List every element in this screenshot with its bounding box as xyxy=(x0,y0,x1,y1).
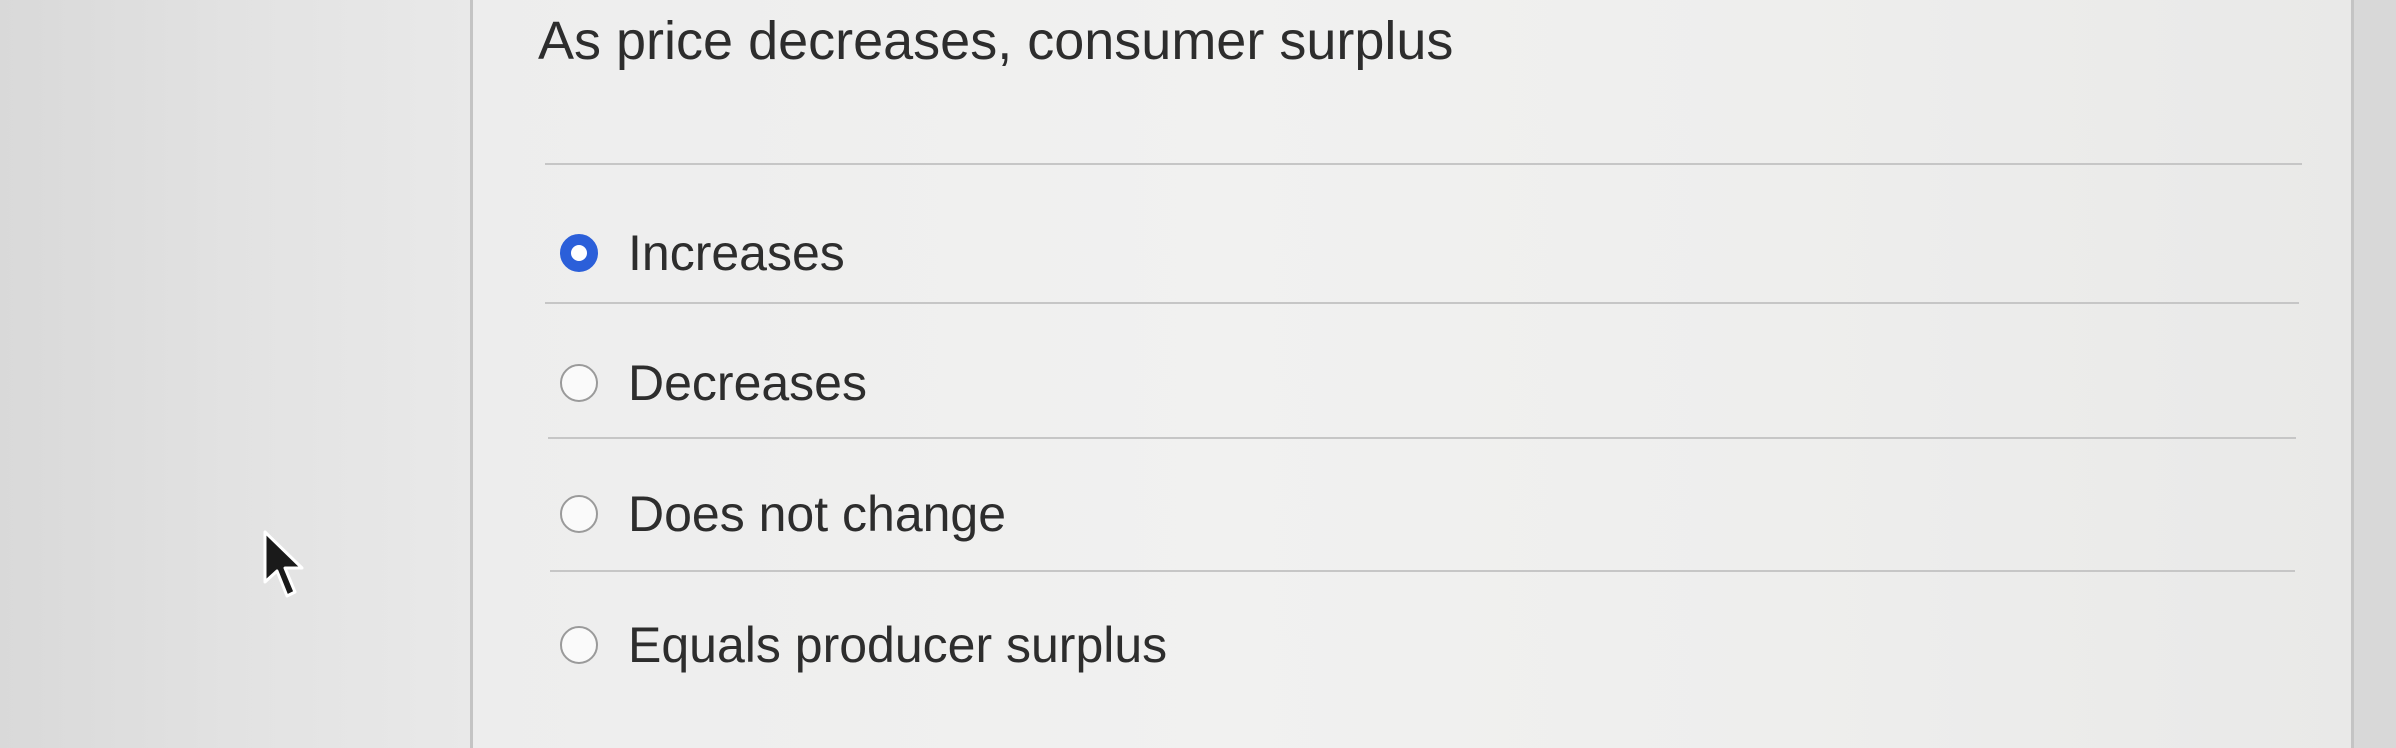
option-label: Decreases xyxy=(628,355,867,411)
option-label: Does not change xyxy=(628,486,1007,542)
radio-unselected-icon[interactable] xyxy=(560,626,598,664)
option-label: Increases xyxy=(628,225,845,281)
option-divider xyxy=(548,437,2296,439)
radio-unselected-icon[interactable] xyxy=(560,364,598,402)
option-does-not-change[interactable]: Does not change xyxy=(560,479,2260,549)
right-gutter xyxy=(2354,0,2396,748)
option-divider xyxy=(545,302,2299,304)
question-divider xyxy=(545,163,2302,165)
option-label: Equals producer surplus xyxy=(628,617,1168,673)
radio-unselected-icon[interactable] xyxy=(560,495,598,533)
option-divider xyxy=(550,570,2295,572)
mouse-pointer-icon xyxy=(263,530,304,598)
option-increases[interactable]: Increases xyxy=(560,218,2260,288)
left-gutter xyxy=(0,0,470,748)
option-decreases[interactable]: Decreases xyxy=(560,348,2260,418)
radio-selected-icon[interactable] xyxy=(560,234,598,272)
option-equals-producer-surplus[interactable]: Equals producer surplus xyxy=(560,610,2260,680)
question-text: As price decreases, consumer surplus xyxy=(538,11,1454,71)
